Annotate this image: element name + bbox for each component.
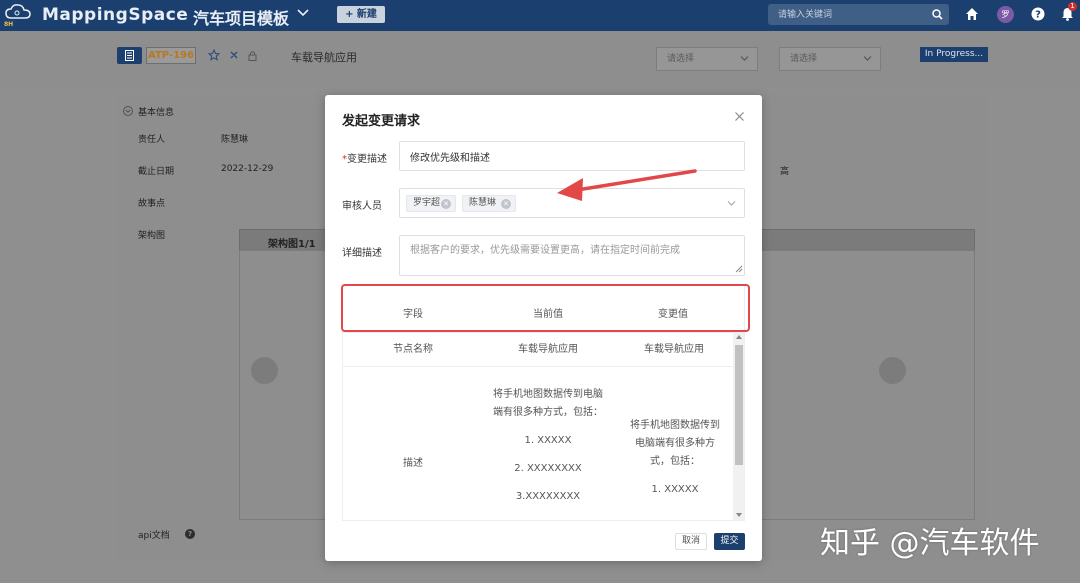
close-icon[interactable]: ✕: [501, 199, 511, 209]
cell-changed-desc: 将手机地图数据传到 电脑端有很多种方 式，包括： 1. XXXXX: [622, 419, 728, 497]
detail-label: 详细描述: [342, 248, 382, 259]
home-icon[interactable]: [965, 7, 979, 21]
help-icon[interactable]: ?: [185, 529, 195, 539]
select-value: 请选择: [790, 54, 818, 64]
scroll-down-icon[interactable]: [736, 513, 742, 517]
top-navbar: 8H MappingSpace 汽车项目模板 + 新建 罗 ? 1: [0, 0, 1080, 31]
field-value-due-date[interactable]: 2022-12-29: [221, 164, 273, 174]
star-icon[interactable]: [208, 49, 220, 61]
document-type-icon: [117, 47, 142, 64]
issue-id-badge[interactable]: ATP-196: [146, 47, 196, 64]
text-line: 2. XXXXXXXX: [514, 463, 582, 474]
brand-name[interactable]: MappingSpace: [42, 5, 188, 25]
text-line: 电脑端有很多种方: [635, 438, 715, 449]
close-icon[interactable]: [734, 111, 745, 122]
field-label-api-doc: api文档: [138, 531, 170, 541]
close-icon[interactable]: ✕: [441, 199, 451, 209]
new-button[interactable]: + 新建: [337, 6, 385, 23]
cell-current-desc: 将手机地图数据传到电脑 端有很多种方式，包括： 1. XXXXX 2. XXXX…: [479, 388, 617, 504]
text-line: 3.XXXXXXXX: [515, 491, 581, 502]
status-select-1[interactable]: 请选择: [656, 47, 758, 71]
field-label-due-date: 截止日期: [138, 167, 175, 177]
change-desc-label-text: 变更描述: [347, 154, 387, 165]
field-value-priority[interactable]: 高: [780, 164, 789, 177]
reviewer-tag-label: 陈慧琳: [469, 198, 497, 208]
change-desc-label: *变更描述: [342, 150, 387, 165]
scroll-thumb[interactable]: [735, 345, 743, 465]
field-label-architecture: 架构图: [138, 231, 166, 241]
resize-grip-icon[interactable]: [735, 265, 743, 273]
table-scrollbar[interactable]: [733, 333, 744, 520]
text-line: 1. XXXXX: [524, 435, 572, 446]
watermark: 知乎 @汽车软件: [820, 526, 1040, 561]
chevron-down-icon[interactable]: [296, 7, 310, 19]
search-icon[interactable]: [932, 9, 943, 20]
chevron-down-icon: [727, 201, 736, 206]
reviewer-tag: 罗宇超 ✕: [406, 195, 456, 212]
cell-changed: 车载导航应用: [644, 344, 704, 355]
notification-badge: 1: [1068, 2, 1077, 11]
annotation-arrow-icon: [557, 169, 697, 201]
table-row: 节点名称 车载导航应用 车载导航应用: [343, 333, 733, 367]
svg-text:?: ?: [1035, 10, 1041, 21]
chevron-down-icon: [863, 56, 872, 61]
collapse-toggle-icon[interactable]: [123, 106, 133, 116]
search-input[interactable]: [768, 4, 928, 25]
section-label-basic-info[interactable]: 基本信息: [138, 105, 174, 118]
help-icon[interactable]: ?: [1031, 7, 1045, 21]
cloud-logo-icon[interactable]: [5, 3, 31, 21]
cell-current: 车载导航应用: [518, 344, 578, 355]
reviewer-tag: 陈慧琳 ✕: [462, 195, 516, 212]
status-button[interactable]: In Progress...: [920, 47, 988, 62]
logo-subtext: 8H: [4, 21, 14, 28]
project-name[interactable]: 汽车项目模板: [193, 5, 289, 29]
status-select-2[interactable]: 请选择: [779, 47, 881, 71]
search-box: [768, 4, 949, 25]
annotation-highlight-box: [341, 284, 750, 332]
issue-title: 车载导航应用: [291, 51, 357, 64]
text-line: 将手机地图数据传到电脑: [493, 389, 603, 400]
text-line: 将手机地图数据传到: [630, 420, 720, 431]
cell-field-desc: 描述: [403, 458, 423, 469]
cancel-button[interactable]: 取消: [675, 533, 707, 550]
change-desc-input[interactable]: [399, 141, 745, 171]
lock-icon[interactable]: [248, 50, 257, 61]
user-avatar[interactable]: 罗: [997, 6, 1014, 23]
carousel-prev-button[interactable]: [251, 357, 278, 384]
field-label-owner: 责任人: [138, 135, 166, 145]
reviewers-label: 审核人员: [342, 201, 382, 212]
field-label-story-points: 故事点: [138, 199, 166, 209]
detail-textarea[interactable]: [399, 235, 745, 276]
dialog-title: 发起变更请求: [342, 114, 421, 129]
text-line: 端有很多种方式，包括：: [493, 407, 603, 418]
scroll-up-icon[interactable]: [736, 335, 742, 339]
cell-field: 节点名称: [393, 344, 433, 355]
select-value: 请选择: [667, 54, 695, 64]
carousel-next-button[interactable]: [879, 357, 906, 384]
chevron-down-icon: [740, 56, 749, 61]
architecture-tab-label: 架构图1/1: [268, 239, 316, 250]
text-line: 式，包括：: [650, 456, 700, 467]
text-line: 1. XXXXX: [651, 484, 699, 495]
reviewer-tag-label: 罗宇超: [413, 198, 441, 208]
submit-button[interactable]: 提交: [714, 533, 745, 550]
field-value-owner[interactable]: 陈慧琳: [221, 132, 248, 145]
pin-icon[interactable]: [228, 49, 240, 61]
